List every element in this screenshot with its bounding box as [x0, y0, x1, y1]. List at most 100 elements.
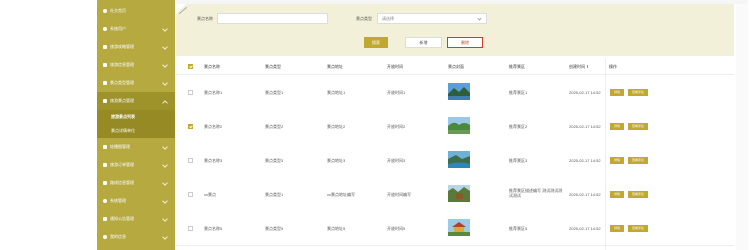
home-icon [103, 9, 107, 13]
header-open-time: 开放时间 [387, 64, 403, 69]
sidebar-item-notice[interactable]: 通知公告管理 [97, 210, 175, 228]
table-row: xx景点 景点类型1 xx景点地址编写 开放时间编写 推荐景区描述编写 测试测试… [176, 177, 734, 212]
sidebar: 社交首页 系统用户 旅游攻略管理 旅游信息管理 景点类型管理 旅游景点管理 旅游… [97, 0, 175, 250]
header-created[interactable]: 创建时间 [569, 64, 590, 70]
table-row: 景点名称2 景点类型2 景点地址2 开放时间2 推荐景区2 2025-02-17… [176, 109, 734, 144]
cover-image [448, 117, 470, 134]
sidebar-item-home[interactable]: 社交首页 [97, 2, 175, 20]
sidebar-item-info[interactable]: 旅游信息管理 [97, 56, 175, 74]
cell-name: 景点名称5 [204, 226, 223, 231]
sidebar-item-users[interactable]: 系统用户 [97, 20, 175, 38]
search-panel [176, 4, 734, 56]
name-label: 景点名称 [197, 16, 213, 21]
comments-button[interactable]: 查看评论 [628, 123, 648, 130]
cell-name: xx景点 [204, 192, 216, 197]
cell-name: 景点名称3 [204, 158, 223, 163]
cell-open-time: 开放时间5 [387, 226, 406, 231]
cell-name: 景点名称1 [204, 90, 223, 95]
cell-address: xx景点地址编写 [327, 192, 355, 197]
cell-type: 景点类型2 [265, 124, 284, 129]
comments-button[interactable]: 查看评论 [628, 157, 648, 164]
chevron-down-icon [162, 234, 168, 240]
detail-button[interactable]: 详情 [610, 225, 624, 232]
cell-created: 2025-02-17 14:52 [569, 192, 601, 197]
cell-type: 景点类型1 [265, 90, 284, 95]
cell-recommend: 推荐景区3 [509, 158, 528, 163]
row-checkbox[interactable] [188, 192, 193, 197]
grid-icon [103, 63, 107, 67]
grid-icon [103, 145, 107, 149]
chevron-down-icon [162, 180, 168, 186]
sidebar-item-system[interactable]: 系统管理 [97, 192, 175, 210]
cell-recommend: 推荐景区5 [509, 226, 528, 231]
detail-button[interactable]: 详情 [610, 123, 624, 130]
grid-icon [103, 45, 107, 49]
table-row: 景点名称5 景点类型5 景点地址5 开放时间5 推荐景区5 2025-02-17… [176, 211, 734, 246]
detail-button[interactable]: 详情 [610, 157, 624, 164]
gear-icon [103, 235, 107, 239]
cell-recommend: 推荐景区描述编写 测试测试测试测试 [509, 188, 563, 198]
cell-open-time: 开放时间1 [387, 90, 406, 95]
sidebar-item-profile[interactable]: 我的信息 [97, 228, 175, 246]
cover-image [448, 185, 470, 202]
header-type: 景点类型 [265, 64, 281, 69]
comments-button[interactable]: 查看评论 [628, 225, 648, 232]
search-button[interactable]: 搜索 [364, 37, 388, 48]
detail-button[interactable]: 详情 [610, 191, 624, 198]
cell-address: 景点地址1 [327, 90, 346, 95]
cell-recommend: 推荐景区1 [509, 90, 528, 95]
row-checkbox[interactable] [188, 90, 193, 95]
table-row: 景点名称1 景点类型1 景点地址1 开放时间1 推荐景区1 2025-02-17… [176, 75, 734, 110]
cell-address: 景点地址2 [327, 124, 346, 129]
comments-button[interactable]: 查看评论 [628, 191, 648, 198]
header-name: 景点名称 [204, 64, 220, 69]
type-select[interactable]: 请选择 [377, 13, 487, 24]
cell-type: 景点类型1 [265, 192, 284, 197]
cell-type: 景点类型5 [265, 226, 284, 231]
user-icon [103, 27, 107, 31]
vertical-scrollbar[interactable] [736, 4, 748, 250]
sidebar-item-carousel[interactable]: 轮播图管理 [97, 138, 175, 156]
comments-button[interactable]: 查看评论 [628, 89, 648, 96]
grid-icon [103, 99, 107, 103]
row-checkbox[interactable] [188, 226, 193, 231]
header-actions: 操作 [609, 64, 617, 69]
chevron-down-icon [162, 162, 168, 168]
chevron-down-icon [162, 62, 168, 68]
name-search-input[interactable] [217, 13, 328, 24]
add-button[interactable]: 新增 [405, 37, 442, 48]
chevron-down-icon [162, 144, 168, 150]
grid-icon [103, 81, 107, 85]
sort-icon [587, 65, 590, 68]
type-select-value: 请选择 [382, 16, 394, 21]
grid-icon [103, 181, 107, 185]
delete-button[interactable]: 删除 [447, 37, 483, 48]
sidebar-item-guides[interactable]: 旅游攻略管理 [97, 38, 175, 56]
sidebar-subitem-spot-detail[interactable]: 景点详情单位 [97, 124, 175, 138]
row-checkbox[interactable] [188, 124, 193, 129]
table-header: 景点名称 景点类型 景点地址 开放时间 景点封面 推荐景区 创建时间 操作 [176, 58, 734, 75]
cell-created: 2025-02-17 14:52 [569, 124, 601, 129]
chevron-down-icon [162, 26, 168, 32]
gear-icon [103, 199, 107, 203]
sidebar-item-orders[interactable]: 旅游订单管理 [97, 156, 175, 174]
row-checkbox[interactable] [188, 158, 193, 163]
detail-button[interactable]: 详情 [610, 89, 624, 96]
cell-created: 2025-02-17 14:52 [569, 90, 601, 95]
chevron-up-icon [162, 100, 168, 106]
header-recommend: 推荐景区 [509, 64, 525, 69]
header-created-label: 创建时间 [569, 64, 585, 69]
cell-address: 景点地址5 [327, 226, 346, 231]
sidebar-item-spots[interactable]: 旅游景点管理 [97, 92, 175, 110]
select-all-checkbox[interactable] [188, 64, 193, 69]
cell-open-time: 开放时间编写 [387, 192, 411, 197]
type-label: 景点类型 [356, 16, 372, 21]
cell-created: 2025-02-17 14:52 [569, 226, 601, 231]
chevron-down-icon [162, 216, 168, 222]
sidebar-item-spot-types[interactable]: 景点类型管理 [97, 74, 175, 92]
header-cover: 景点封面 [448, 64, 464, 69]
sidebar-item-routes[interactable]: 路线信息管理 [97, 174, 175, 192]
sidebar-subitem-spot-list[interactable]: 旅游景点列表 [97, 110, 175, 124]
grid-icon [103, 163, 107, 167]
cell-created: 2025-02-17 14:52 [569, 158, 601, 163]
